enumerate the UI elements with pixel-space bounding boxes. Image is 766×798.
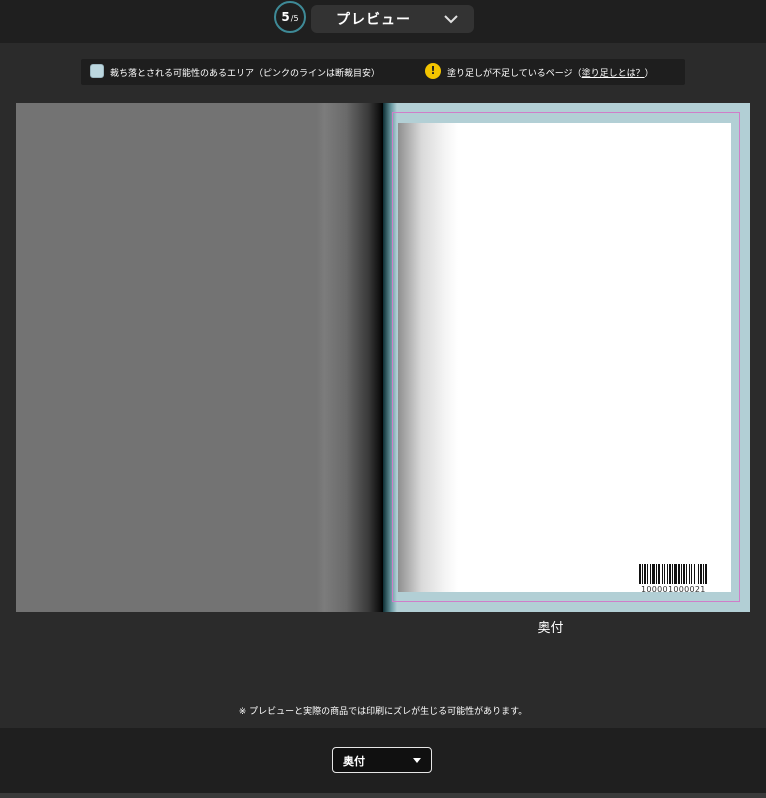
- step-indicator: 5/5: [274, 1, 306, 33]
- bleed-help-link[interactable]: 塗り足しとは？: [582, 69, 645, 79]
- trim-guide-line: [392, 112, 740, 602]
- step-current: 5: [281, 10, 290, 24]
- right-page-colophon: 100001000021: [383, 103, 750, 612]
- step-total: /5: [290, 14, 299, 23]
- warning-icon: !: [425, 63, 441, 79]
- chevron-down-icon: [444, 15, 458, 24]
- legend-notice: 裁ち落とされる可能性のあるエリア（ピンクのラインは断裁目安） ! 塗り足しが不足…: [81, 59, 685, 85]
- book-spread-preview: 100001000021: [16, 103, 750, 612]
- left-page-blank: [16, 103, 383, 612]
- bleed-warning-prefix: 塗り足しが不足しているページ（: [447, 69, 582, 79]
- footer-bar: 奥付: [0, 728, 766, 793]
- caret-down-icon: [413, 758, 421, 763]
- disclaimer-text: ※ プレビューと実際の商品では印刷にズレが生じる可能性があります。: [238, 707, 528, 717]
- preview-title-dropdown[interactable]: プレビュー: [311, 5, 474, 33]
- bleed-warning-text: 塗り足しが不足しているページ（塗り足しとは？）: [447, 66, 654, 79]
- page-select-dropdown[interactable]: 奥付: [332, 747, 432, 773]
- page-select-value: 奥付: [343, 755, 365, 768]
- bleed-warning-suffix: ）: [644, 69, 654, 79]
- footer-divider: [0, 793, 766, 798]
- page-title: プレビュー: [336, 12, 411, 28]
- crop-area-text: 裁ち落とされる可能性のあるエリア（ピンクのラインは断裁目安）: [110, 69, 381, 79]
- header-bar: 5/5 プレビュー: [0, 0, 766, 43]
- page-caption: 奥付: [537, 621, 564, 636]
- crop-area-swatch: [90, 64, 104, 78]
